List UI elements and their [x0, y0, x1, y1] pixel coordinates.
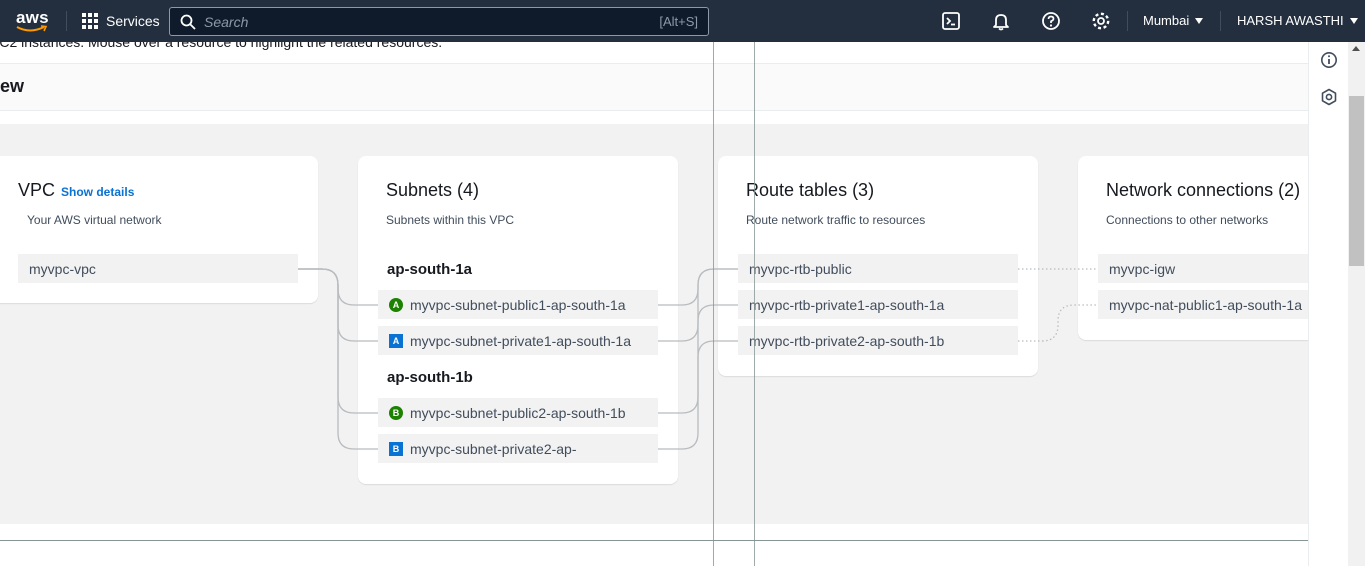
nav-divider — [1127, 11, 1128, 31]
scroll-up-arrow-icon[interactable] — [1352, 46, 1360, 51]
search-input[interactable] — [204, 13, 624, 30]
caret-down-icon — [1195, 17, 1204, 24]
cloudshell-icon[interactable] — [941, 11, 961, 31]
search-box[interactable]: [Alt+S] — [169, 7, 709, 36]
section-title: ew — [0, 76, 25, 96]
page-description: EC2 instances. Mouse over a resource to … — [0, 42, 443, 50]
resource-map-page: EC2 instances. Mouse over a resource to … — [0, 42, 1308, 566]
connector-line — [658, 340, 738, 450]
resource-connectors — [298, 268, 1098, 450]
search-icon — [180, 14, 196, 30]
nav-divider — [66, 11, 67, 31]
scrollbar-thumb[interactable] — [1349, 96, 1364, 266]
section-divider — [0, 540, 1308, 541]
connector-line — [298, 268, 378, 450]
guide-line — [754, 42, 755, 566]
aws-smile-icon — [16, 25, 48, 32]
services-label: Services — [106, 13, 160, 29]
utility-rail — [1308, 42, 1348, 566]
region-label: Mumbai — [1143, 13, 1190, 28]
user-label: HARSH AWASTHI — [1237, 13, 1344, 28]
settings-icon[interactable] — [1091, 11, 1111, 31]
info-icon[interactable] — [1320, 51, 1338, 69]
help-icon[interactable] — [1041, 11, 1061, 31]
search-shortcut-hint: [Alt+S] — [659, 14, 698, 29]
page-scrollbar[interactable] — [1348, 42, 1365, 566]
bell-icon[interactable] — [991, 11, 1011, 31]
account-menu[interactable]: HARSH AWASTHI — [1237, 13, 1358, 28]
apps-grid-icon — [82, 13, 98, 29]
guide-line — [713, 42, 714, 566]
caret-down-icon — [1349, 17, 1358, 24]
connector-line — [1018, 304, 1098, 342]
region-selector[interactable]: Mumbai — [1143, 13, 1204, 28]
hexagon-settings-icon[interactable] — [1320, 88, 1338, 106]
nav-divider — [1220, 11, 1221, 31]
top-navigation: aws Services [Alt+S] Mumbai — [0, 0, 1365, 42]
services-menu-button[interactable]: Services — [82, 11, 160, 31]
aws-logo[interactable]: aws — [14, 6, 50, 34]
section-header: ew — [0, 63, 1308, 111]
resource-map-canvas: VPC Show details Your AWS virtual network… — [0, 124, 1308, 524]
